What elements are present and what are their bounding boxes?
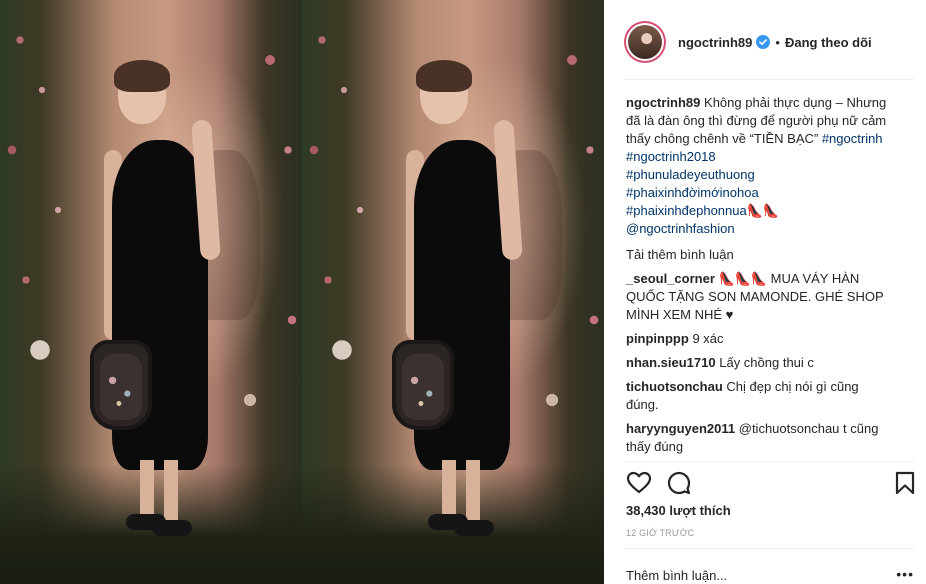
add-comment-input[interactable]: Thêm bình luận... <box>626 568 727 583</box>
post-photo[interactable] <box>0 0 604 584</box>
avatar-ring <box>626 23 664 61</box>
avatar[interactable] <box>624 21 666 63</box>
load-more-comments-link[interactable]: Tải thêm bình luận <box>626 246 892 264</box>
comment-username[interactable]: tichuotsonchau <box>626 379 723 394</box>
header-separator: • <box>775 34 780 50</box>
footer-divider <box>624 548 914 549</box>
comment-item: tichuotsonchau Chị đẹp chị nói gì cũng đ… <box>626 378 892 414</box>
comment-username[interactable]: pinpinppp <box>626 331 689 346</box>
photo-figure-legs <box>140 460 180 520</box>
comment-item: pinpinppp 9 xác <box>626 330 892 348</box>
comment-text: Lấy chồng thui c <box>719 355 814 370</box>
action-bar <box>626 470 916 496</box>
comment-username[interactable]: _seoul_corner <box>626 271 715 286</box>
caption-username[interactable]: ngoctrinh89 <box>626 95 700 110</box>
photo-figure-legs <box>442 460 482 520</box>
caption-hashtag[interactable]: #phaixinhđephonnua👠👠 <box>626 202 892 220</box>
caption-hashtag[interactable]: #phaixinhđờimớinohoa <box>626 184 892 202</box>
heart-icon[interactable] <box>626 470 652 496</box>
caption-mention[interactable]: @ngoctrinhfashion <box>626 220 892 238</box>
photo-figure-hair <box>416 60 472 92</box>
comment-username[interactable]: haryynguyen2011 <box>626 421 735 436</box>
author-username[interactable]: ngoctrinh89 <box>678 35 752 50</box>
like-count[interactable]: 38,430 lượt thích <box>626 503 731 518</box>
comment-item: haryynguyen2011 @tichuotsonchau t cũng t… <box>626 420 892 456</box>
header-divider <box>624 79 914 80</box>
comment-icon[interactable] <box>666 470 692 496</box>
avatar-image <box>628 25 662 59</box>
comments-list: ngoctrinh89 Không phải thực dụng – Nhưng… <box>626 94 892 456</box>
photo-figure-shoe <box>152 520 192 536</box>
photo-figure-handbag <box>392 340 454 430</box>
photo-figure-shoe <box>454 520 494 536</box>
comments-divider <box>624 461 914 462</box>
photo-figure-hair <box>114 60 170 92</box>
following-button[interactable]: Đang theo dõi <box>785 35 872 50</box>
photo-panel-right <box>302 0 604 584</box>
photo-panel-left <box>0 0 302 584</box>
comment-username[interactable]: nhan.sieu1710 <box>626 355 716 370</box>
bookmark-icon[interactable] <box>892 470 918 496</box>
caption: ngoctrinh89 Không phải thực dụng – Nhưng… <box>626 94 892 238</box>
post-side-panel: ngoctrinh89 • Đang theo dõi ngoctrinh89 … <box>604 0 926 584</box>
comment-item: _seoul_corner 👠👠👠 MUA VÁY HÀN QUỐC TẶNG … <box>626 270 892 324</box>
post-timestamp[interactable]: 12 GIỜ TRƯỚC <box>626 528 694 538</box>
photo-figure-handbag <box>90 340 152 430</box>
caption-hashtag[interactable]: #phunuladeyeuthuong <box>626 166 892 184</box>
comment-text: 9 xác <box>692 331 724 346</box>
more-options-icon[interactable]: ••• <box>896 566 914 582</box>
verified-badge-icon <box>756 35 771 49</box>
comment-item: nhan.sieu1710 Lấy chồng thui c <box>626 354 892 372</box>
post-header: ngoctrinh89 • Đang theo dõi <box>624 18 914 66</box>
